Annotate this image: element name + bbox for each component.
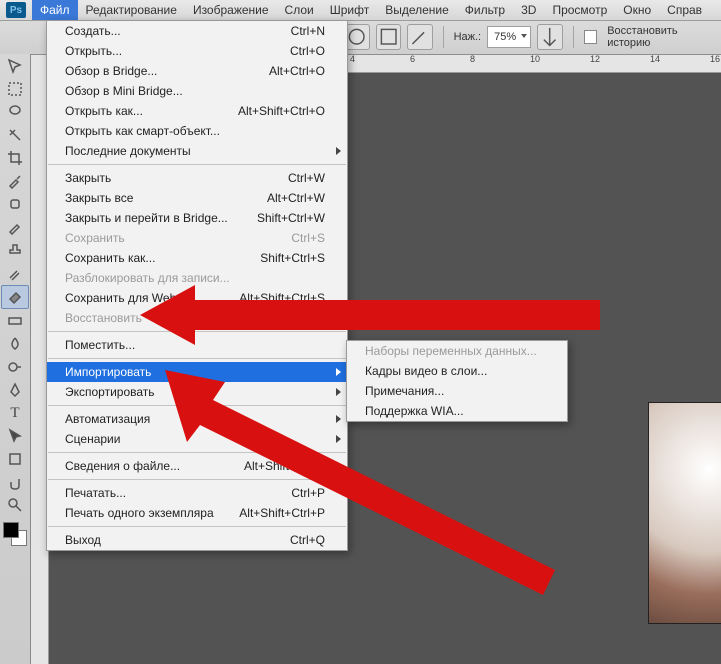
path-select-tool[interactable]: [2, 425, 28, 447]
menu-view[interactable]: Просмотр: [544, 0, 615, 20]
menu-layers[interactable]: Слои: [277, 0, 322, 20]
pressure-label: Наж.:: [454, 31, 482, 43]
app-logo: Ps: [6, 2, 26, 18]
menu-item-create[interactable]: Создать...Ctrl+N: [47, 21, 347, 41]
annotation-arrow-1: [140, 280, 600, 350]
marquee-tool[interactable]: [2, 78, 28, 100]
airbrush-button[interactable]: [407, 24, 432, 50]
ruler-tick: 6: [410, 54, 415, 64]
restore-history-label: Восстановить историю: [607, 25, 721, 49]
stamp-tool[interactable]: [2, 239, 28, 261]
menu-item-close-all[interactable]: Закрыть всеAlt+Ctrl+W: [47, 188, 347, 208]
menu-item-close-bridge[interactable]: Закрыть и перейти в Bridge...Shift+Ctrl+…: [47, 208, 347, 228]
menu-file[interactable]: Файл: [32, 0, 78, 20]
hand-tool[interactable]: [2, 471, 28, 493]
eyedropper-tool[interactable]: [2, 170, 28, 192]
dodge-tool[interactable]: [2, 356, 28, 378]
menu-item-open-as[interactable]: Открыть как...Alt+Shift+Ctrl+O: [47, 101, 347, 121]
menu-item-save: СохранитьCtrl+S: [47, 228, 347, 248]
move-tool[interactable]: [2, 55, 28, 77]
brush-preset-button[interactable]: [344, 24, 369, 50]
lasso-tool[interactable]: [2, 101, 28, 123]
menu-item-browse-bridge[interactable]: Обзор в Bridge...Alt+Ctrl+O: [47, 61, 347, 81]
menu-3d[interactable]: 3D: [513, 0, 544, 20]
menu-item-close[interactable]: ЗакрытьCtrl+W: [47, 168, 347, 188]
restore-history-checkbox[interactable]: [584, 30, 598, 44]
document-image: [648, 402, 721, 624]
wand-tool[interactable]: [2, 124, 28, 146]
blur-tool[interactable]: [2, 333, 28, 355]
menu-item-recent[interactable]: Последние документы: [47, 141, 347, 161]
ruler-tick: 4: [350, 54, 355, 64]
ruler-tick: 8: [470, 54, 475, 64]
ruler-tick: 10: [530, 54, 540, 64]
foreground-background-swatch[interactable]: [3, 522, 27, 546]
heal-tool[interactable]: [2, 193, 28, 215]
annotation-arrow-2: [165, 370, 565, 600]
menu-help[interactable]: Справ: [659, 0, 710, 20]
toolbox: T: [0, 54, 31, 664]
brush-tool[interactable]: [2, 216, 28, 238]
type-tool[interactable]: T: [2, 402, 28, 424]
menu-edit[interactable]: Редактирование: [78, 0, 185, 20]
menu-item-browse-mini[interactable]: Обзор в Mini Bridge...: [47, 81, 347, 101]
history-brush-tool[interactable]: [2, 262, 28, 284]
pressure-dropdown[interactable]: 75%: [487, 26, 531, 48]
ruler-tick: 16: [710, 54, 720, 64]
gradient-tool[interactable]: [2, 310, 28, 332]
menubar: Ps Файл Редактирование Изображение Слои …: [0, 0, 721, 21]
ruler-tick: 12: [590, 54, 600, 64]
crop-tool[interactable]: [2, 147, 28, 169]
zoom-tool[interactable]: [2, 494, 28, 516]
menu-window[interactable]: Окно: [615, 0, 659, 20]
menu-item-open-smart[interactable]: Открыть как смарт-объект...: [47, 121, 347, 141]
pressure-button[interactable]: [537, 24, 562, 50]
shape-tool[interactable]: [2, 448, 28, 470]
pen-tool[interactable]: [2, 379, 28, 401]
menu-item-open[interactable]: Открыть...Ctrl+O: [47, 41, 347, 61]
menu-select[interactable]: Выделение: [377, 0, 457, 20]
menu-item-save-as[interactable]: Сохранить как...Shift+Ctrl+S: [47, 248, 347, 268]
ruler-tick: 14: [650, 54, 660, 64]
menu-image[interactable]: Изображение: [185, 0, 277, 20]
menu-filter[interactable]: Фильтр: [457, 0, 513, 20]
eraser-tool[interactable]: [1, 285, 29, 309]
tool-preset-button[interactable]: [376, 24, 401, 50]
menu-type[interactable]: Шрифт: [322, 0, 377, 20]
